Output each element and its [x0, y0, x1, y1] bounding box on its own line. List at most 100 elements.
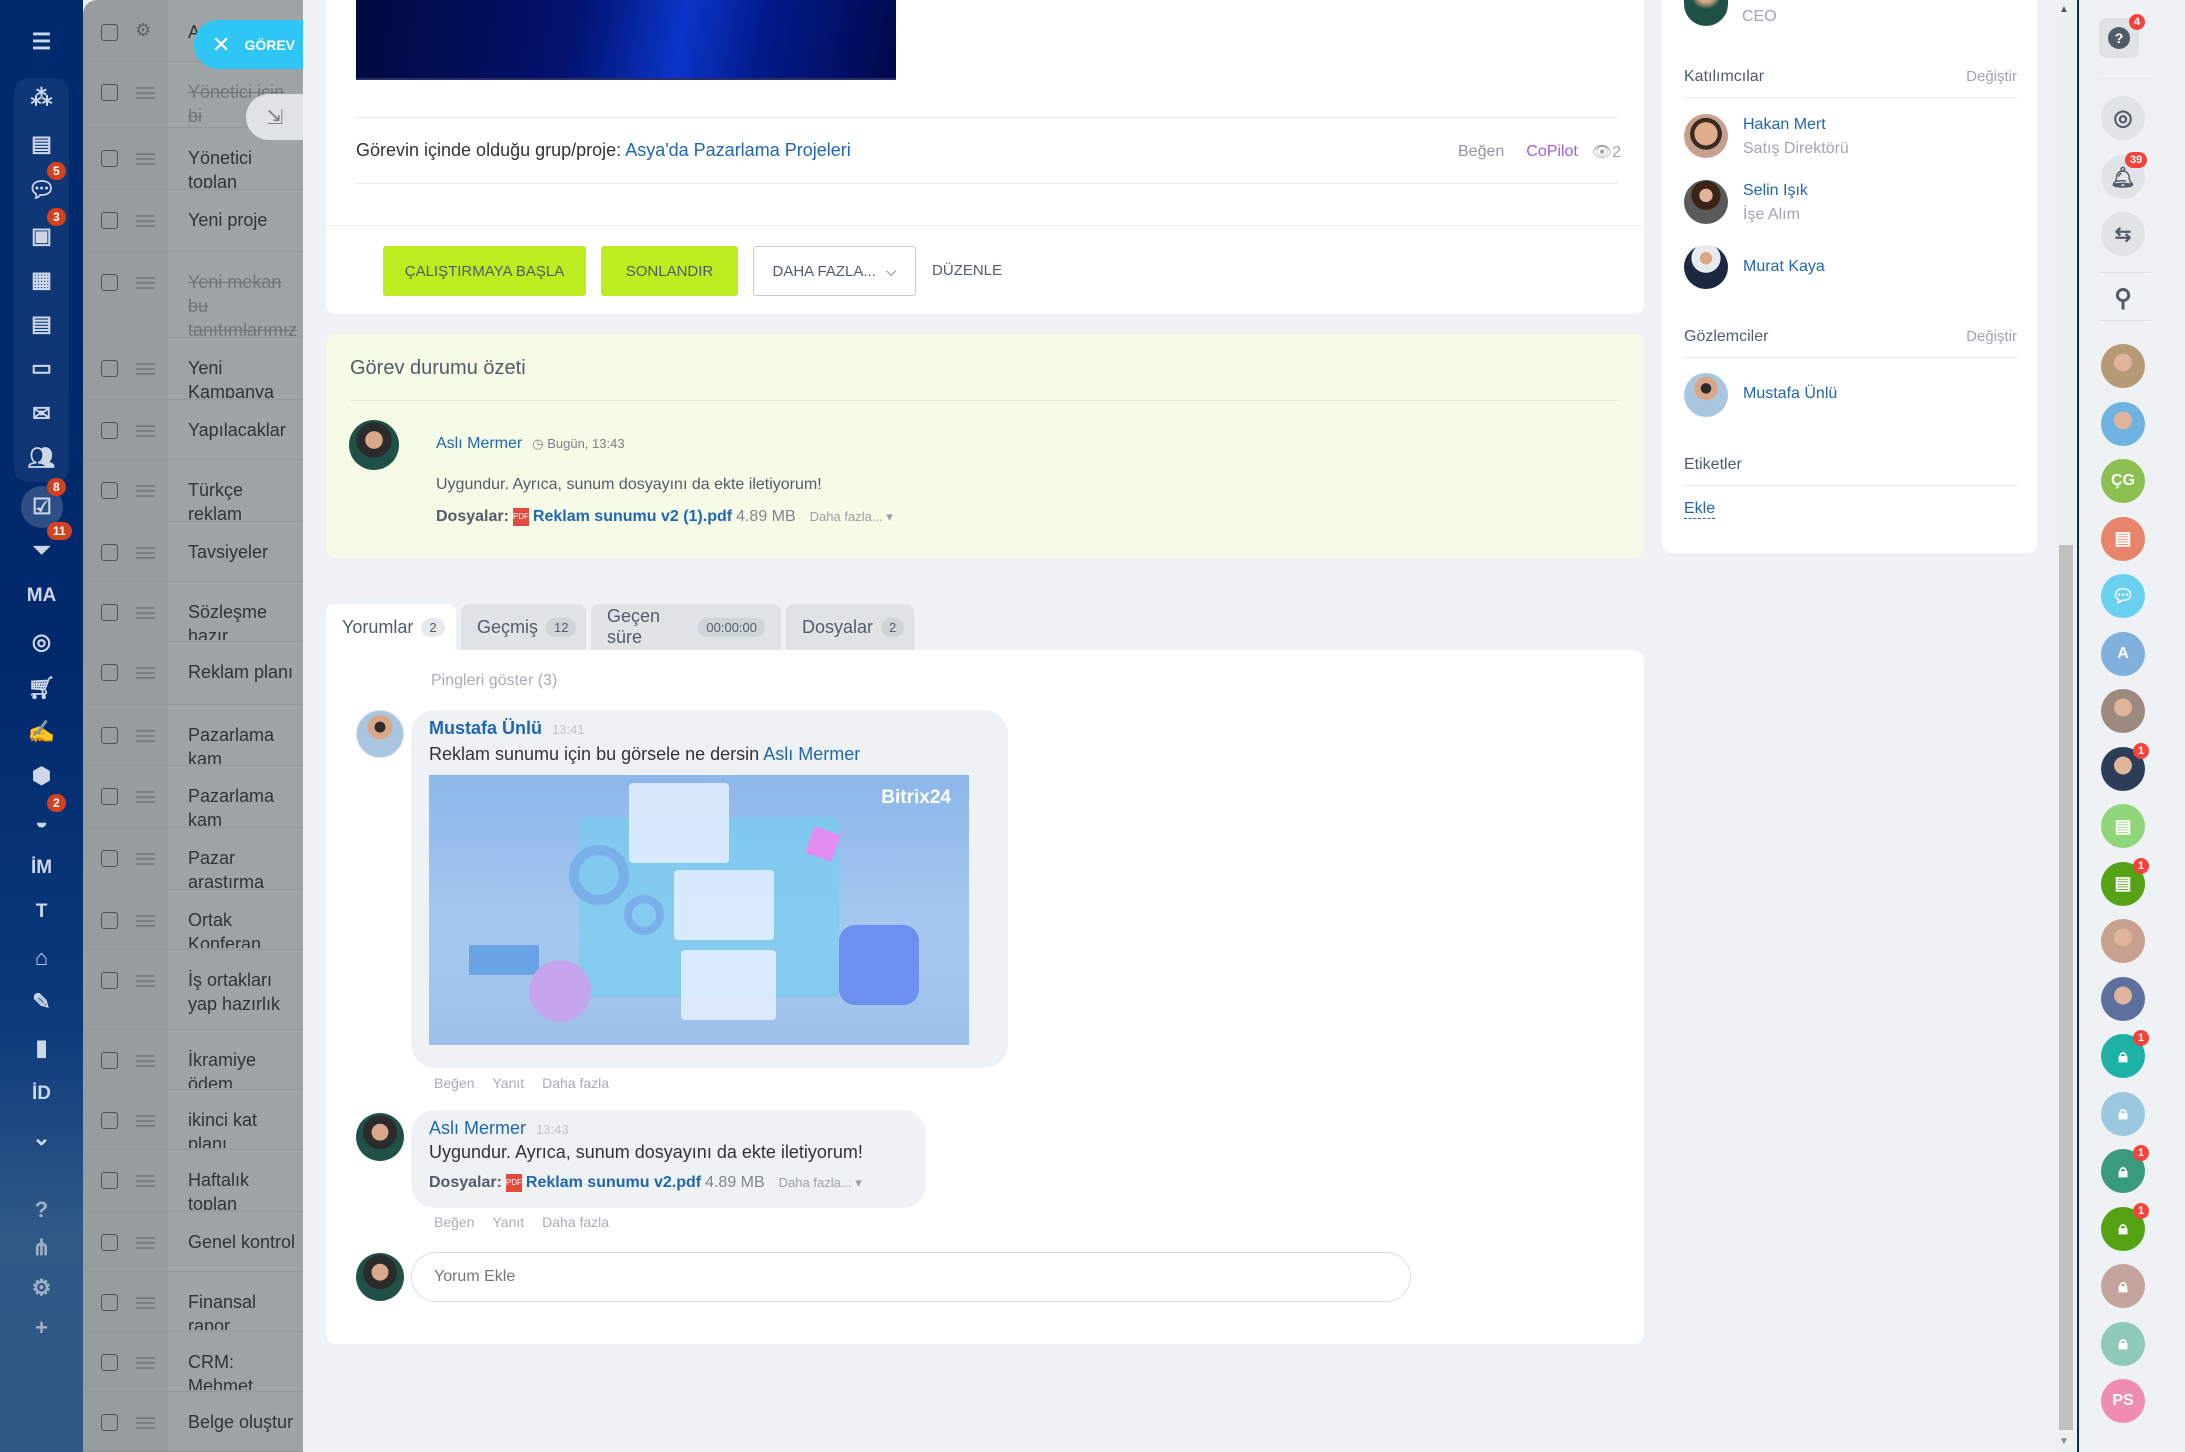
recent-chat-item[interactable]: 💬︎ [2101, 574, 2145, 618]
task-title[interactable]: Yeni Kampanya [188, 356, 298, 398]
nav-item[interactable]: ✉ [0, 394, 83, 434]
nav-item[interactable]: ⏷ [0, 530, 83, 570]
row-checkbox[interactable] [101, 1354, 118, 1371]
edit-button[interactable]: DÜZENLE [932, 262, 1002, 279]
nav-item[interactable]: ⚙ [0, 1268, 83, 1308]
minimize-button[interactable]: ⇲ [246, 94, 304, 140]
row-checkbox[interactable] [101, 604, 118, 621]
group-project-link[interactable]: Asya'da Pazarlama Projeleri [625, 140, 851, 160]
task-title[interactable]: Tavsiyeler [188, 540, 298, 580]
comment-author[interactable]: Mustafa Ünlü [429, 718, 542, 739]
task-row[interactable]: Yeni Kampanya [83, 338, 303, 400]
comment-image[interactable]: Bitrix24 [429, 775, 969, 1045]
select-all-checkbox[interactable] [101, 24, 118, 41]
add-tag-link[interactable]: Ekle [1684, 500, 1716, 519]
scroll-down-arrow[interactable]: ▼ [2059, 1436, 2069, 1447]
show-pings-link[interactable]: Pingleri göster (3) [431, 672, 557, 690]
nav-item[interactable]: ⋔ [0, 1228, 83, 1268]
task-title[interactable]: Yapılacaklar [188, 418, 298, 458]
row-checkbox[interactable] [101, 1052, 118, 1069]
task-title[interactable]: ikinci kat planı [188, 1108, 298, 1148]
participant-name[interactable]: Murat Kaya [1743, 258, 1825, 276]
task-description-image[interactable] [356, 0, 896, 80]
row-checkbox[interactable] [101, 664, 118, 681]
task-row[interactable]: Genel kontrol [83, 1212, 303, 1272]
task-row[interactable]: Haftalık toplan [83, 1150, 303, 1212]
task-title[interactable]: Pazarlama kam [188, 784, 298, 826]
comment-input[interactable] [411, 1252, 1411, 1302]
drag-handle-icon[interactable] [136, 791, 155, 803]
drag-handle-icon[interactable] [136, 667, 155, 679]
task-row[interactable]: İş ortakları yap hazırlık [83, 950, 303, 1030]
drag-handle-icon[interactable] [136, 215, 155, 227]
drag-handle-icon[interactable] [136, 1175, 155, 1187]
task-row[interactable]: ikinci kat planı [83, 1090, 303, 1150]
task-row[interactable]: Pazar araştırma [83, 828, 303, 890]
tab-dosyalar[interactable]: Dosyalar 2 [786, 604, 914, 650]
drag-handle-icon[interactable] [136, 915, 155, 927]
finish-button[interactable]: SONLANDIR [601, 246, 738, 296]
task-slider-tag[interactable]: ✕ GÖREV [194, 20, 304, 69]
task-title[interactable]: Yeni proje [188, 208, 298, 250]
reply-link[interactable]: Yanıt [492, 1214, 524, 1230]
task-row[interactable]: İkramiye ödem [83, 1030, 303, 1090]
recent-chat-item[interactable]: 🔒︎ [2101, 1264, 2145, 1308]
scroll-up-arrow[interactable]: ▲ [2059, 4, 2069, 15]
row-checkbox[interactable] [101, 1112, 118, 1129]
task-title[interactable]: Pazar araştırma [188, 846, 298, 888]
nav-item[interactable]: ▤ [0, 124, 83, 164]
nav-item[interactable]: ◎ [0, 622, 83, 662]
recent-chat-item[interactable] [2101, 919, 2145, 963]
reply-link[interactable]: Yanıt [492, 1075, 524, 1091]
observer-avatar[interactable] [1684, 373, 1728, 417]
task-title[interactable]: Finansal rapor [188, 1290, 298, 1330]
more-link[interactable]: Daha fazla [542, 1214, 609, 1230]
drag-handle-icon[interactable] [136, 975, 155, 987]
close-icon[interactable]: ✕ [212, 32, 230, 58]
like-link[interactable]: Beğen [434, 1214, 474, 1230]
tab-geçmiş[interactable]: Geçmiş 12 [461, 604, 586, 650]
task-title[interactable]: Belge oluştur [188, 1410, 298, 1450]
tab-geçen-süre[interactable]: Geçen süre 00:00:00 [591, 604, 781, 650]
task-row[interactable]: CRM: Mehmet [83, 1332, 303, 1392]
recent-chat-item[interactable] [2101, 976, 2145, 1021]
tab-yorumlar[interactable]: Yorumlar 2 [326, 604, 456, 650]
task-title[interactable]: Türkçe reklam [188, 478, 298, 520]
task-title[interactable]: Yönetici toplan [188, 146, 298, 188]
start-button[interactable]: ÇALIŞTIRMAYA BAŞLA [383, 246, 586, 296]
drag-handle-icon[interactable] [136, 1055, 155, 1067]
participant-avatar[interactable] [1684, 245, 1728, 289]
summary-author[interactable]: Aslı Mermer [436, 435, 522, 453]
copilot-button[interactable]: ◎ [2101, 96, 2145, 140]
task-row[interactable]: Reklam planı [83, 642, 303, 705]
like-link[interactable]: Beğen [434, 1075, 474, 1091]
drag-handle-icon[interactable] [136, 1417, 155, 1429]
settings-icon[interactable]: ⚙ [135, 20, 151, 41]
recent-chat-item[interactable] [2101, 401, 2145, 446]
row-checkbox[interactable] [101, 912, 118, 929]
panel-scrollbar[interactable]: ▲ ▼ [2057, 0, 2075, 1452]
copilot-link[interactable]: CoPilot [1526, 143, 1578, 161]
drag-handle-icon[interactable] [136, 153, 155, 165]
file-link[interactable]: Reklam sunumu v2.pdf [526, 1174, 701, 1192]
nav-item[interactable]: ☰ [0, 22, 83, 62]
participant-avatar[interactable] [1684, 180, 1728, 224]
task-title[interactable]: İş ortakları yap hazırlık [188, 968, 298, 1028]
task-row[interactable]: Yeni proje [83, 190, 303, 252]
task-row[interactable]: Finansal rapor [83, 1272, 303, 1332]
nav-item[interactable]: ▣ [0, 216, 83, 256]
nav-item[interactable]: ▦ [0, 260, 83, 300]
row-checkbox[interactable] [101, 422, 118, 439]
recent-chat-item[interactable]: ÇG [2101, 459, 2145, 503]
nav-item[interactable]: ? [0, 1190, 83, 1230]
row-checkbox[interactable] [101, 150, 118, 167]
row-checkbox[interactable] [101, 212, 118, 229]
nav-item[interactable]: 🛒︎ [0, 668, 83, 708]
task-row[interactable]: Yapılacaklar [83, 400, 303, 460]
nav-item[interactable]: ✍ [0, 712, 83, 752]
nav-item-t[interactable]: T [0, 892, 83, 932]
author-avatar[interactable] [349, 420, 399, 470]
nav-item[interactable]: ⬢ [0, 756, 83, 796]
comment-avatar[interactable] [356, 1113, 404, 1161]
task-title[interactable]: Sözleşme hazır [188, 600, 298, 640]
